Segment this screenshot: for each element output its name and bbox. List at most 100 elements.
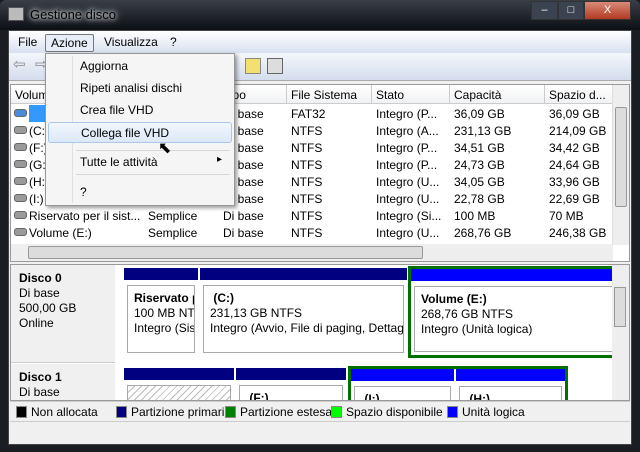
submenu-arrow-icon: ▸ — [216, 154, 222, 165]
legend-swatch — [447, 406, 458, 418]
maximize-button[interactable]: □ — [558, 1, 584, 20]
legend-item: Partizione primaria — [116, 405, 231, 419]
legend-swatch — [331, 406, 342, 418]
column-header[interactable]: Stato — [372, 85, 450, 104]
table-cell: 246,38 GB — [549, 226, 607, 240]
menu-help[interactable]: ? — [165, 34, 182, 50]
disk-type: Di base — [19, 385, 60, 399]
disk-1-label[interactable]: Disco 1 Di base — [11, 364, 115, 400]
legend-label: Spazio disponibile — [346, 405, 443, 419]
table-cell: 33,96 GB — [549, 175, 600, 189]
menu-item-help[interactable]: ? — [48, 182, 232, 203]
legend-swatch — [225, 406, 236, 418]
disk-name: Disco 1 — [19, 370, 62, 384]
table-cell: 268,76 GB — [454, 226, 512, 240]
menu-item-collega-vhd[interactable]: Collega file VHD — [48, 122, 232, 143]
table-cell: Volume (E:) — [29, 226, 92, 240]
legend-label: Unità logica — [462, 405, 525, 419]
disk-0-label[interactable]: Disco 0 Di base 500,00 GB Online — [11, 265, 115, 363]
table-cell: NTFS — [291, 175, 323, 189]
table-cell: Semplice — [148, 209, 198, 223]
table-cell: Di base — [223, 209, 264, 223]
menu-item-label: Tutte le attività — [80, 155, 158, 169]
horizontal-scrollbar[interactable] — [11, 244, 613, 261]
close-button[interactable]: X — [584, 1, 631, 20]
menu-item-tutte-attivita[interactable]: Tutte le attività ▸ — [48, 152, 232, 173]
lower-vertical-scrollbar[interactable] — [612, 265, 629, 400]
menu-bar: File Azione Visualizza ? — [9, 31, 631, 53]
disk-type: Di base — [19, 286, 60, 300]
partition-e[interactable]: Volume (E:) 268,76 GB NTFS Integro (Unità … — [408, 266, 620, 358]
legend: Non allocata Partizione primaria Partizion… — [10, 401, 630, 419]
menu-file[interactable]: File — [13, 34, 42, 50]
column-header[interactable]: Spazio d... — [545, 85, 614, 104]
partition-unallocated[interactable] — [124, 368, 234, 400]
table-cell: NTFS — [291, 124, 323, 138]
table-cell: Integro (P... — [376, 158, 438, 172]
table-row[interactable]: Volume (E:) Semplice Di base NTFS Integro (U… — [11, 224, 614, 241]
partition-h[interactable]: (H:) — [456, 369, 565, 400]
properties-icon[interactable] — [267, 58, 283, 74]
table-cell: Integro (U... — [376, 192, 440, 206]
azione-dropdown-menu: Aggiorna Ripeti analisi dischi Crea file… — [45, 53, 235, 206]
table-cell: NTFS — [291, 158, 323, 172]
table-cell: Integro (A... — [376, 124, 439, 138]
menu-item-crea-vhd[interactable]: Crea file VHD — [48, 100, 232, 121]
disk-graphical-view: Disco 0 Di base 500,00 GB Online Riserva… — [10, 264, 630, 401]
table-cell: 231,13 GB — [454, 124, 512, 138]
legend-item: Unità logica — [447, 405, 525, 419]
table-cell: 34,05 GB — [454, 175, 505, 189]
back-icon[interactable]: ⇦ — [13, 57, 29, 74]
table-cell: 36,09 GB — [454, 107, 505, 121]
column-header[interactable]: File Sistema — [287, 85, 372, 104]
menu-item-ripeti-analisi[interactable]: Ripeti analisi dischi — [48, 78, 232, 99]
table-cell: 24,64 GB — [549, 158, 600, 172]
table-cell: 70 MB — [549, 209, 584, 223]
legend-label: Non allocata — [31, 405, 98, 419]
table-cell: NTFS — [291, 209, 323, 223]
extended-partition: (I:) (H:) — [348, 366, 568, 400]
table-cell: NTFS — [291, 192, 323, 206]
table-cell: NTFS — [291, 226, 323, 240]
menu-azione[interactable]: Azione — [45, 34, 94, 52]
window-title: Gestione disco — [30, 7, 116, 22]
table-cell: 34,42 GB — [549, 141, 600, 155]
status-bar — [10, 421, 630, 443]
table-cell: 214,09 GB — [549, 124, 607, 138]
legend-item: Spazio disponibile — [331, 405, 443, 419]
table-row[interactable]: Riservato per il sist... Semplice Di base N… — [11, 207, 614, 224]
table-cell: Di base — [223, 226, 264, 240]
partition-reserved[interactable]: Riservato p100 MB NTFIntegro (Sist — [124, 268, 198, 356]
disk-name: Disco 0 — [19, 271, 62, 285]
partition-f[interactable]: (F:) — [236, 368, 346, 400]
mouse-cursor-icon: ⬉ — [158, 140, 172, 157]
legend-swatch — [16, 406, 27, 418]
menu-item-aggiorna[interactable]: Aggiorna — [48, 56, 232, 77]
table-cell: 24,73 GB — [454, 158, 505, 172]
table-cell: 36,09 GB — [549, 107, 600, 121]
disk-status: Online — [19, 316, 54, 330]
search-icon[interactable] — [245, 58, 261, 74]
legend-item: Partizione estesa — [225, 405, 332, 419]
table-cell: 22,69 GB — [549, 192, 600, 206]
table-cell: Integro (U... — [376, 175, 440, 189]
menu-visualizza[interactable]: Visualizza — [99, 34, 163, 50]
partition-i[interactable]: (I:) — [351, 369, 454, 400]
table-cell: Riservato per il sist... — [29, 209, 141, 223]
table-cell: FAT32 — [291, 107, 326, 121]
minimize-button[interactable]: ‒ — [531, 1, 558, 20]
table-cell: 100 MB — [454, 209, 496, 223]
column-header[interactable]: Capacità — [450, 85, 545, 104]
table-cell: 34,51 GB — [454, 141, 505, 155]
table-cell: Integro (P... — [376, 141, 438, 155]
title-bar: Gestione disco ‒ □ X — [0, 0, 640, 30]
table-cell: Integro (Si... — [376, 209, 442, 223]
vertical-scrollbar[interactable] — [612, 85, 629, 245]
legend-label: Partizione primaria — [131, 405, 232, 419]
table-cell: Integro (U... — [376, 226, 440, 240]
partition-c[interactable]: (C:) 231,13 GB NTFS Integro (Avvio, File d… — [200, 268, 407, 356]
disk-size: 500,00 GB — [19, 301, 77, 315]
table-cell: NTFS — [291, 141, 323, 155]
disk-management-icon — [8, 7, 24, 21]
table-cell: Semplice — [148, 226, 198, 240]
